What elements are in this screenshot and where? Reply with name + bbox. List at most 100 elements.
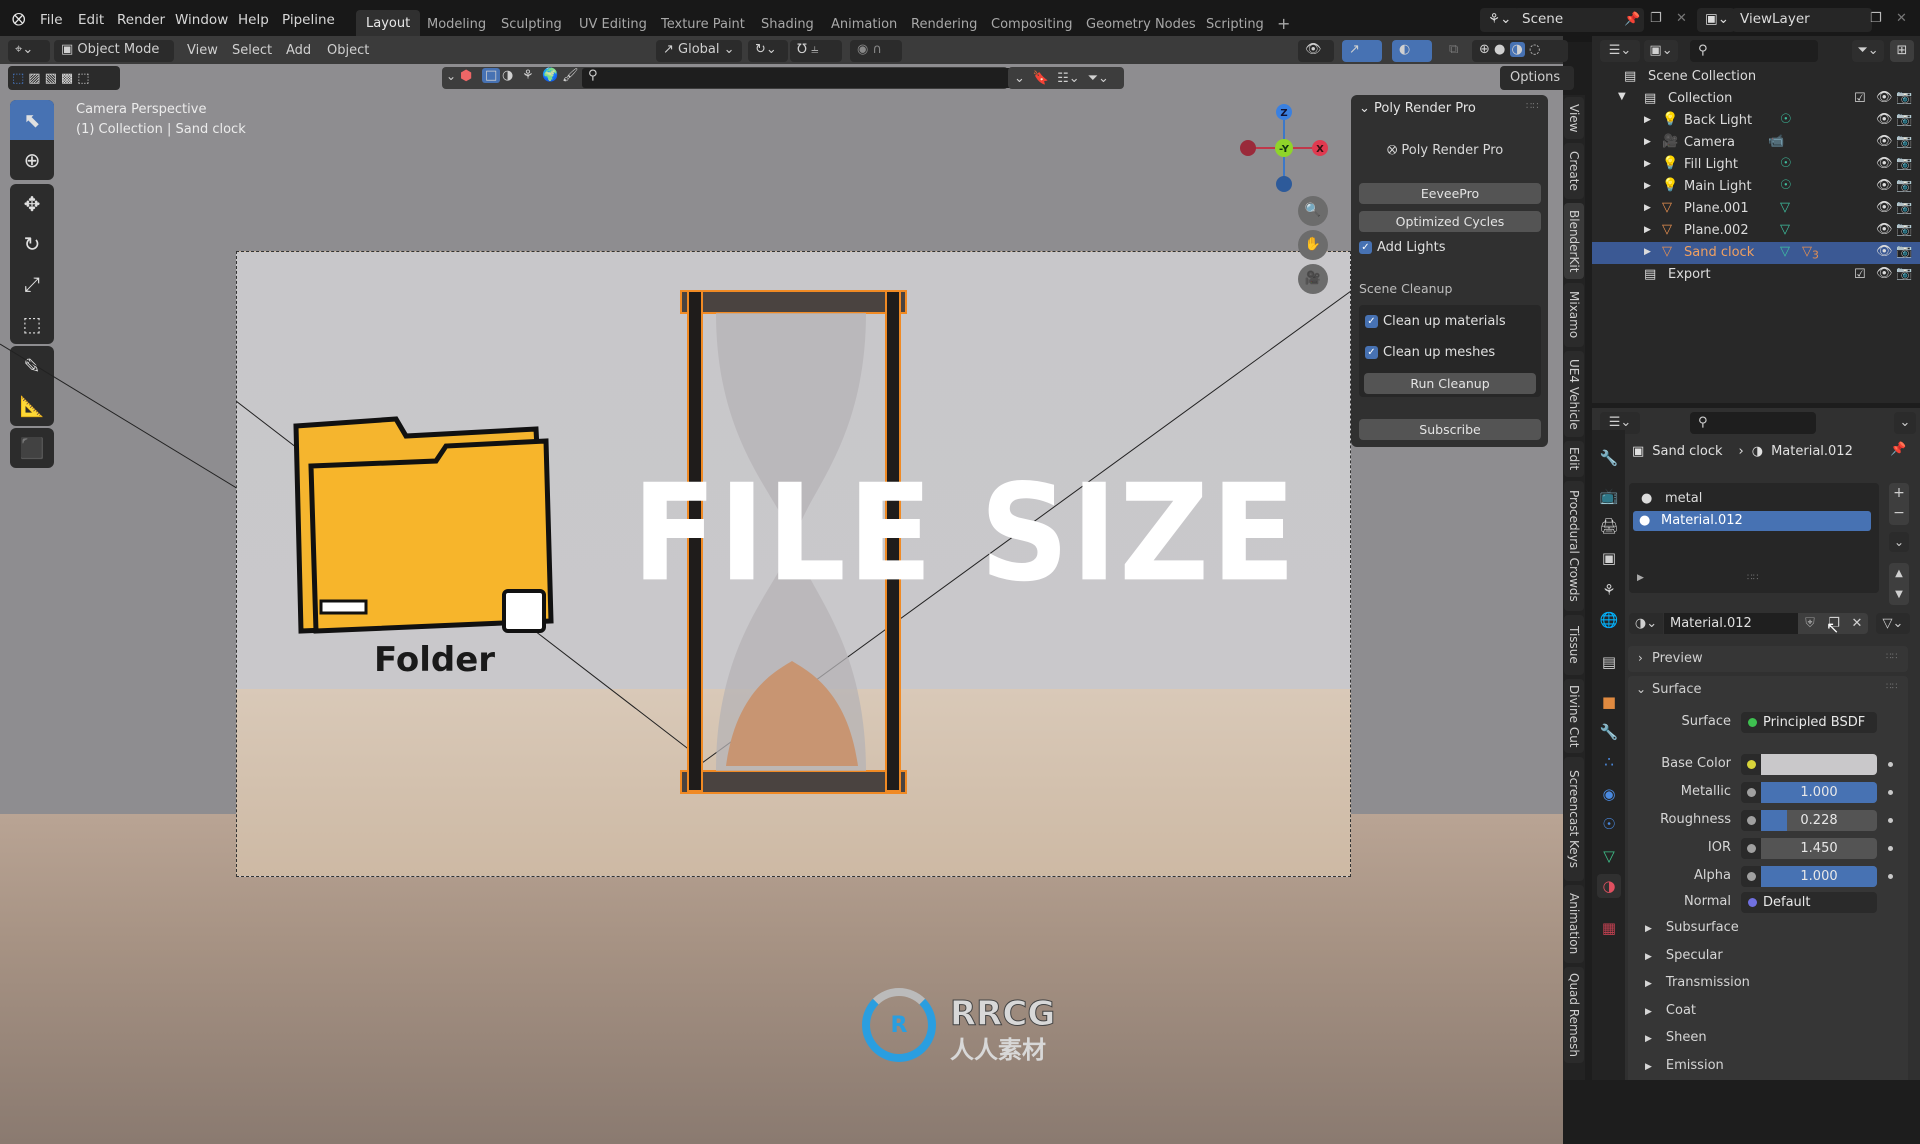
- input-socket[interactable]: [1741, 754, 1761, 775]
- keyframe-dot-icon[interactable]: [1888, 790, 1893, 795]
- output-properties-icon[interactable]: 🖨: [1597, 514, 1621, 538]
- menu-edit[interactable]: Edit: [78, 12, 104, 28]
- render-camera-icon[interactable]: 📷: [1896, 178, 1912, 193]
- viewlayer-selector-icon[interactable]: ▣⌄: [1697, 8, 1735, 32]
- input-socket[interactable]: [1741, 810, 1761, 831]
- add-workspace-button[interactable]: +: [1268, 11, 1299, 36]
- chevron-down-icon[interactable]: ⌄: [1636, 682, 1646, 696]
- tab-animation[interactable]: Animation: [822, 14, 906, 35]
- eevee-pro-button[interactable]: EeveePro: [1359, 183, 1541, 204]
- subpanel-emission[interactable]: ▶ Emission: [1645, 1058, 1724, 1073]
- menu-help[interactable]: Help: [238, 12, 269, 28]
- pan-view-icon[interactable]: ✋: [1298, 230, 1328, 260]
- move-slot-up-button[interactable]: ▲: [1889, 563, 1909, 584]
- menu-add[interactable]: Add: [286, 43, 311, 58]
- menu-render[interactable]: Render: [117, 12, 165, 28]
- rendered-shading-icon[interactable]: ◌: [1529, 42, 1540, 57]
- expand-arrow-icon[interactable]: ▼: [1618, 91, 1626, 102]
- exclude-checkbox[interactable]: ☑: [1854, 91, 1866, 106]
- pin-icon[interactable]: 📌: [1890, 442, 1906, 457]
- outliner-item-back-light[interactable]: ▶ 💡 Back Light ☉ 👁 📷: [1592, 110, 1920, 132]
- tab-texture-paint[interactable]: Texture Paint: [652, 14, 754, 35]
- sidebar-tab-mixamo[interactable]: Mixamo: [1564, 283, 1584, 347]
- eye-icon[interactable]: 👁: [1876, 222, 1893, 237]
- display-mode-icon[interactable]: ▣⌄: [1644, 40, 1678, 62]
- expand-arrow-icon[interactable]: ▶: [1644, 159, 1651, 169]
- sidebar-tab-view[interactable]: View: [1564, 97, 1584, 139]
- delete-scene-icon[interactable]: ✕: [1676, 11, 1687, 26]
- preview-panel-header[interactable]: › Preview ∷∷: [1628, 646, 1908, 672]
- mesh-data-icon[interactable]: ▽: [1780, 200, 1790, 215]
- subscribe-button[interactable]: Subscribe: [1359, 419, 1541, 440]
- editor-type-icon[interactable]: ⌖⌄: [8, 40, 50, 62]
- subpanel-specular[interactable]: ▶ Specular: [1645, 948, 1723, 963]
- eye-icon[interactable]: 👁: [1876, 134, 1893, 149]
- eye-icon[interactable]: 👁: [1876, 266, 1893, 281]
- render-camera-icon[interactable]: 📷: [1896, 244, 1912, 259]
- fake-user-shield-icon[interactable]: ⛨: [1798, 613, 1822, 634]
- eye-icon[interactable]: 👁: [1876, 244, 1893, 259]
- pin-icon[interactable]: 📌: [1624, 12, 1640, 27]
- expand-arrow-icon[interactable]: ▶: [1644, 115, 1651, 125]
- move-slot-down-button[interactable]: ▼: [1889, 584, 1909, 605]
- subpanel-sheen[interactable]: ▶ Sheen: [1645, 1030, 1707, 1045]
- panel-header[interactable]: ⌄ Poly Render Pro: [1359, 101, 1476, 116]
- gizmo-toggle[interactable]: ↗: [1342, 40, 1382, 62]
- drag-handle-icon[interactable]: ∷∷: [1886, 652, 1897, 662]
- viewlayer-name-field[interactable]: ViewLayer: [1732, 8, 1872, 32]
- menu-select[interactable]: Select: [232, 43, 272, 58]
- light-data-icon[interactable]: ☉: [1780, 156, 1792, 171]
- outliner-item-plane-002[interactable]: ▶ ▽ Plane.002 ▽ 👁 📷: [1592, 220, 1920, 242]
- link-mode-dropdown[interactable]: ▽⌄: [1876, 613, 1910, 634]
- delete-viewlayer-icon[interactable]: ✕: [1896, 11, 1907, 26]
- material-slot-metal[interactable]: ● metal: [1633, 489, 1873, 509]
- menu-view[interactable]: View: [187, 43, 218, 58]
- sidebar-tab-divine-cut[interactable]: Divine Cut: [1564, 679, 1584, 753]
- material-preview-icon[interactable]: ◑: [1509, 42, 1525, 57]
- tab-compositing[interactable]: Compositing: [982, 14, 1082, 35]
- new-collection-icon[interactable]: ⊞: [1890, 40, 1914, 62]
- keyframe-dot-icon[interactable]: [1888, 762, 1893, 767]
- sidebar-tab-procedural-crowds[interactable]: Procedural Crowds: [1564, 481, 1584, 611]
- tab-rendering[interactable]: Rendering: [902, 14, 986, 35]
- keyframe-dot-icon[interactable]: [1888, 874, 1893, 879]
- outliner-item-sand-clock[interactable]: ▶ ▽ Sand clock ▽ ▽3 👁 📷: [1592, 242, 1920, 264]
- resize-handle-icon[interactable]: ∷∷: [1747, 573, 1758, 583]
- tab-geometry-nodes[interactable]: Geometry Nodes: [1077, 14, 1205, 35]
- modifier-icon[interactable]: ▽3: [1802, 244, 1819, 262]
- object-properties-icon[interactable]: ■: [1597, 690, 1621, 714]
- expand-arrow-icon[interactable]: ▶: [1637, 573, 1644, 583]
- properties-search-input[interactable]: ⚲: [1690, 412, 1816, 434]
- menu-pipeline[interactable]: Pipeline: [282, 12, 335, 28]
- tab-modeling[interactable]: Modeling: [418, 14, 495, 35]
- expand-arrow-icon[interactable]: ▶: [1644, 225, 1651, 235]
- material-slot-material-012[interactable]: ● Material.012: [1633, 511, 1871, 531]
- field-ior[interactable]: 1.450: [1761, 838, 1877, 859]
- shading-mode-group[interactable]: ⊕ ● ◑ ◌: [1472, 40, 1568, 62]
- subpanel-transmission[interactable]: ▶ Transmission: [1645, 975, 1750, 990]
- zoom-view-icon[interactable]: 🔍: [1298, 196, 1328, 226]
- scene-properties-icon[interactable]: ⚘: [1597, 578, 1621, 602]
- solid-shading-icon[interactable]: ●: [1494, 42, 1505, 57]
- outliner-scene-collection[interactable]: ▤ Scene Collection: [1592, 66, 1920, 88]
- snap-toggle[interactable]: ℧ ⫨: [790, 40, 842, 62]
- add-slot-button[interactable]: +: [1889, 483, 1909, 503]
- field-metallic[interactable]: 1.000: [1761, 782, 1877, 803]
- tab-sculpting[interactable]: Sculpting: [492, 14, 571, 35]
- properties-options-icon[interactable]: ⌄: [1894, 412, 1916, 434]
- clean-meshes-checkbox[interactable]: ✓ Clean up meshes: [1365, 345, 1495, 360]
- blender-logo-icon[interactable]: ⭙: [12, 10, 25, 30]
- menu-window[interactable]: Window: [175, 12, 228, 28]
- new-scene-icon[interactable]: ❐: [1650, 11, 1662, 26]
- sidebar-tab-edit[interactable]: Edit: [1564, 441, 1584, 477]
- render-camera-icon[interactable]: 📷: [1896, 134, 1912, 149]
- tab-shading[interactable]: Shading: [752, 14, 823, 35]
- sidebar-tab-tissue[interactable]: Tissue: [1564, 615, 1584, 675]
- light-data-icon[interactable]: ☉: [1780, 178, 1792, 193]
- proportional-edit-toggle[interactable]: ◉ ∩: [850, 40, 902, 62]
- sidebar-tab-blenderkit[interactable]: BlenderKit: [1564, 203, 1584, 279]
- mode-dropdown[interactable]: ▣ Object Mode ⌄: [54, 40, 174, 72]
- drag-handle-icon[interactable]: ∷∷: [1526, 101, 1539, 112]
- sidebar-tab-animation[interactable]: Animation: [1564, 885, 1584, 963]
- render-camera-icon[interactable]: 📷: [1896, 222, 1912, 237]
